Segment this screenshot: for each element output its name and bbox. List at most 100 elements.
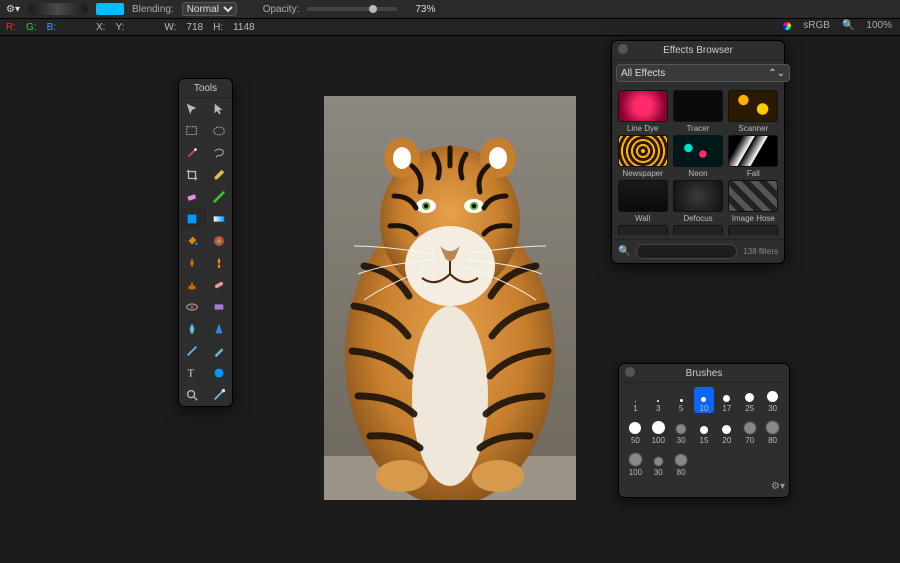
brush-preset[interactable]: 30 — [671, 419, 692, 445]
brush-size-label: 30 — [768, 404, 777, 413]
brush-preset[interactable]: 5 — [671, 387, 692, 413]
effect-label: Fall — [727, 169, 780, 178]
gradient-tool[interactable] — [206, 208, 233, 230]
brush-preset[interactable]: 80 — [762, 419, 783, 445]
text-tool[interactable]: T — [179, 362, 206, 384]
brush-preview[interactable] — [28, 3, 88, 15]
effect-thumb — [728, 180, 778, 212]
opacity-value: 73% — [405, 4, 435, 15]
crop-tool[interactable] — [179, 164, 206, 186]
blur-tool[interactable] — [179, 318, 206, 340]
effect-item[interactable]: Wall — [616, 180, 669, 223]
brushes-panel: Brushes 13510172530501003015207080100308… — [618, 363, 790, 498]
brush-size-label: 70 — [745, 436, 754, 445]
opacity-slider[interactable] — [307, 7, 397, 11]
effect-label: Tracer — [671, 124, 724, 133]
readout-h-label: H: — [213, 22, 223, 33]
brush-size-label: 3 — [656, 404, 660, 413]
close-icon[interactable] — [618, 44, 628, 54]
burn-tool[interactable] — [206, 252, 233, 274]
effects-category-value: All Effects — [621, 68, 665, 79]
brush-preset[interactable]: 100 — [648, 419, 669, 445]
sponge-tool[interactable] — [206, 296, 233, 318]
zoom-value[interactable]: 100% — [866, 20, 892, 31]
brush-preset[interactable]: 100 — [625, 451, 646, 477]
effect-item[interactable]: Image Hose — [727, 180, 780, 223]
brush-preset[interactable]: 50 — [625, 419, 646, 445]
brush-tool[interactable] — [206, 186, 233, 208]
color-profile-label[interactable]: sRGB — [803, 20, 830, 31]
brush-preset[interactable]: 1 — [625, 387, 646, 413]
brush-preset[interactable]: 30 — [648, 451, 669, 477]
effect-label: Neon — [671, 169, 724, 178]
eraser-tool[interactable] — [179, 186, 206, 208]
close-icon[interactable] — [625, 367, 635, 377]
arrow-select-tool[interactable] — [206, 98, 233, 120]
effect-item[interactable]: Newspaper — [616, 135, 669, 178]
readout-b-label: B: — [47, 22, 56, 33]
brush-size-label: 1 — [633, 404, 637, 413]
blending-mode-select[interactable]: Normal — [182, 2, 237, 16]
sharpen-tool[interactable] — [206, 318, 233, 340]
brush-preset[interactable]: 30 — [762, 387, 783, 413]
effect-item[interactable]: Tracer — [671, 90, 724, 133]
effects-search-input[interactable] — [636, 244, 737, 259]
zoom-icon[interactable]: 🔍 — [842, 20, 854, 31]
brush-preset[interactable]: 10 — [694, 387, 715, 413]
brush-preset[interactable]: 15 — [694, 419, 715, 445]
brush-preset[interactable]: 17 — [716, 387, 737, 413]
paint-bucket-tool[interactable] — [179, 230, 206, 252]
effect-label: Wall — [616, 214, 669, 223]
readout-g-label: G: — [26, 22, 37, 33]
smudge-tool[interactable] — [179, 252, 206, 274]
document-canvas[interactable] — [324, 96, 576, 500]
shape-fill-tool[interactable] — [179, 208, 206, 230]
ellipse-select-tool[interactable] — [206, 120, 233, 142]
zoom-tool[interactable] — [179, 384, 206, 406]
pencil-tool[interactable] — [206, 340, 233, 362]
app-menu-icon[interactable]: ⚙▾ — [6, 4, 20, 15]
readout-h-value: 1148 — [233, 22, 255, 33]
brush-size-label: 17 — [722, 404, 731, 413]
brush-size-label: 80 — [677, 468, 686, 477]
effects-category-select[interactable]: All Effects⌃⌄ — [616, 64, 790, 82]
opacity-slider-knob[interactable] — [369, 5, 377, 13]
readout-x-label: X: — [96, 22, 105, 33]
brushes-grid: 135101725305010030152070801003080 — [619, 383, 789, 479]
effect-thumb — [618, 135, 668, 167]
rect-select-tool[interactable] — [179, 120, 206, 142]
effects-panel-title: Effects Browser — [663, 45, 733, 56]
color-picker-tool[interactable] — [206, 230, 233, 252]
line-tool[interactable] — [179, 340, 206, 362]
effect-item[interactable]: Fall — [727, 135, 780, 178]
gear-icon[interactable]: ⚙▾ — [771, 481, 781, 491]
brush-size-label: 100 — [629, 468, 642, 477]
brush-preset[interactable]: 80 — [671, 451, 692, 477]
magic-wand-tool[interactable] — [179, 142, 206, 164]
brush-preset[interactable]: 20 — [716, 419, 737, 445]
blending-label: Blending: — [132, 4, 174, 15]
effect-item[interactable]: Neon — [671, 135, 724, 178]
svg-text:T: T — [188, 369, 195, 380]
clone-stamp-tool[interactable] — [179, 274, 206, 296]
hand-tool[interactable] — [206, 384, 233, 406]
effect-item[interactable]: Line Dye — [616, 90, 669, 133]
lasso-tool[interactable] — [206, 142, 233, 164]
brush-preset[interactable]: 3 — [648, 387, 669, 413]
effect-label: Scanner — [727, 124, 780, 133]
effect-item[interactable]: Scanner — [727, 90, 780, 133]
foreground-color-swatch[interactable] — [96, 3, 124, 15]
heal-tool[interactable] — [206, 274, 233, 296]
effect-item[interactable]: Defocus — [671, 180, 724, 223]
shape-tool[interactable] — [206, 362, 233, 384]
info-bar-right: sRGB 🔍 100% — [783, 20, 892, 31]
move-tool[interactable] — [179, 98, 206, 120]
effects-count: 138 filters — [743, 247, 778, 256]
eyedropper-tool[interactable] — [206, 164, 233, 186]
tools-panel: Tools T — [178, 78, 233, 407]
search-icon: 🔍 — [618, 246, 630, 257]
brush-preset[interactable]: 70 — [739, 419, 760, 445]
top-toolbar: ⚙▾ Blending: Normal Opacity: 73% — [0, 0, 900, 19]
red-eye-tool[interactable] — [179, 296, 206, 318]
brush-preset[interactable]: 25 — [739, 387, 760, 413]
